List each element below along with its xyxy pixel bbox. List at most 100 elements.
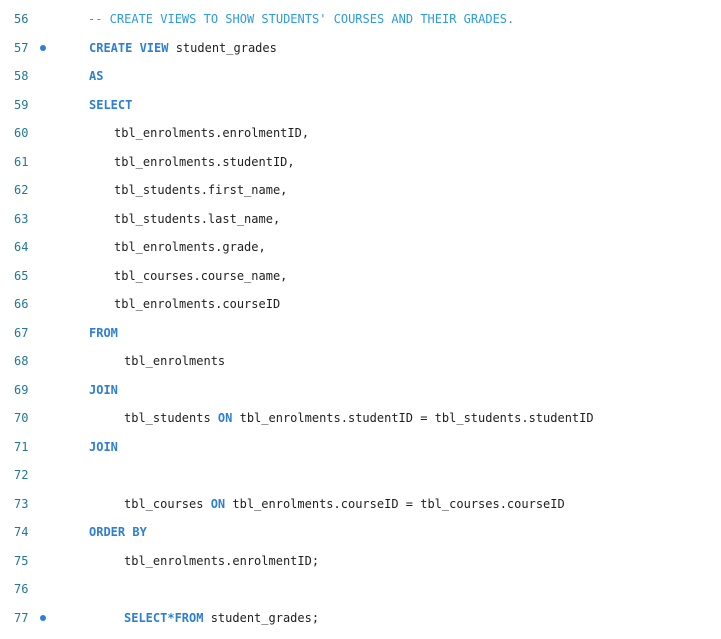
sql-identifier: student_grades; [203, 610, 320, 625]
code-text: tbl_enrolments [124, 350, 225, 372]
line-gutter[interactable]: 65 [0, 265, 80, 287]
line-number: 62 [14, 183, 29, 197]
line-number: 77 [14, 610, 29, 625]
code-text: tbl_enrolments.grade, [114, 236, 266, 258]
line-gutter[interactable]: 72 [0, 464, 80, 486]
sql-identifier: tbl_students [124, 411, 218, 425]
line-gutter[interactable]: 60 [0, 122, 80, 144]
code-line[interactable]: 59 SELECT [0, 94, 721, 116]
code-line[interactable]: 74 ORDER BY [0, 521, 721, 543]
code-text: tbl_enrolments.studentID, [114, 151, 295, 173]
line-gutter[interactable]: 76 [0, 578, 80, 600]
line-number: 60 [14, 126, 29, 140]
code-text: FROM [89, 322, 118, 344]
sql-identifier: tbl_courses [124, 496, 211, 511]
line-gutter[interactable]: 75 [0, 550, 80, 572]
sql-identifier: tbl_enrolments.grade, [114, 240, 266, 254]
code-text: CREATE VIEW student_grades [89, 37, 277, 59]
code-line[interactable]: 56 -- CREATE VIEWS TO SHOW STUDENTS' COUR… [0, 8, 721, 30]
code-text: tbl_enrolments.enrolmentID, [114, 122, 309, 144]
sql-identifier: tbl_enrolments.courseID = tbl_courses.co… [225, 496, 565, 511]
line-gutter[interactable]: 77 [0, 607, 80, 629]
code-line[interactable]: 66 tbl_enrolments.courseID [0, 293, 721, 315]
code-line[interactable]: 64 tbl_enrolments.grade, [0, 236, 721, 258]
code-line[interactable]: 58 AS [0, 65, 721, 87]
sql-identifier: tbl_courses.course_name, [114, 268, 288, 283]
sql-identifier: tbl_students.last_name, [114, 211, 281, 226]
sql-keyword: JOIN [89, 439, 118, 454]
code-text: tbl_students.last_name, [114, 208, 280, 230]
sql-identifier: tbl_enrolments.studentID = tbl_students.… [232, 411, 594, 425]
line-gutter[interactable]: 63 [0, 208, 80, 230]
line-gutter[interactable]: 73 [0, 493, 80, 515]
line-gutter[interactable]: 67 [0, 322, 80, 344]
sql-identifier: tbl_enrolments.enrolmentID; [124, 553, 320, 568]
line-gutter[interactable]: 70 [0, 407, 80, 429]
line-gutter[interactable]: 56 [0, 8, 80, 30]
code-line[interactable]: 76 [0, 578, 721, 600]
line-number: 72 [14, 468, 29, 482]
code-line[interactable]: 70 tbl_students ON tbl_enrolments.student… [0, 407, 721, 429]
sql-identifier: tbl_students.first_name, [114, 183, 288, 197]
line-gutter[interactable]: 61 [0, 151, 80, 173]
code-line[interactable]: 72 [0, 464, 721, 486]
sql-keyword: ON [210, 496, 226, 511]
code-line[interactable]: 57 CREATE VIEW student_grades [0, 37, 721, 59]
sql-code-editor[interactable]: 56 -- CREATE VIEWS TO SHOW STUDENTS' COUR… [0, 0, 721, 639]
line-number: 59 [14, 97, 29, 112]
sql-comment: -- CREATE VIEWS TO SHOW STUDENTS' COURSE… [88, 12, 515, 26]
code-line[interactable]: 65 tbl_courses.course_name, [0, 265, 721, 287]
code-line[interactable]: 62 tbl_students.first_name, [0, 179, 721, 201]
code-text: tbl_courses ON tbl_enrolments.courseID =… [124, 493, 565, 515]
code-text: tbl_students.first_name, [114, 179, 287, 201]
line-gutter[interactable]: 71 [0, 436, 80, 458]
line-gutter[interactable]: 66 [0, 293, 80, 315]
code-text: ORDER BY [89, 521, 147, 543]
code-line[interactable]: 73 tbl_courses ON tbl_enrolments.courseID… [0, 493, 721, 515]
code-text: JOIN [89, 379, 118, 401]
sql-keyword: ON [217, 411, 233, 425]
line-number: 75 [14, 553, 29, 568]
line-number: 70 [14, 411, 29, 425]
line-number: 65 [14, 268, 29, 283]
breakpoint-dot-icon[interactable] [40, 44, 46, 51]
sql-identifier: tbl_enrolments.studentID, [114, 154, 295, 169]
code-line[interactable]: 77 SELECT*FROM student_grades; [0, 607, 721, 629]
line-number: 76 [14, 582, 29, 596]
sql-keyword: SELECT [89, 97, 133, 112]
line-number: 56 [14, 12, 29, 26]
breakpoint-dot-icon[interactable] [40, 614, 46, 621]
line-number: 71 [14, 439, 29, 454]
code-line[interactable]: 75 tbl_enrolments.enrolmentID; [0, 550, 721, 572]
line-number: 67 [14, 325, 29, 340]
code-text: tbl_enrolments.enrolmentID; [124, 550, 319, 572]
code-text: JOIN [89, 436, 118, 458]
line-number: 66 [14, 297, 29, 311]
code-line[interactable]: 68 tbl_enrolments [0, 350, 721, 372]
line-gutter[interactable]: 58 [0, 65, 80, 87]
code-line[interactable]: 71 JOIN [0, 436, 721, 458]
code-text: tbl_courses.course_name, [114, 265, 287, 287]
line-gutter[interactable]: 64 [0, 236, 80, 258]
line-number: 58 [14, 69, 29, 83]
line-gutter[interactable]: 62 [0, 179, 80, 201]
line-gutter[interactable]: 74 [0, 521, 80, 543]
line-number: 68 [14, 354, 29, 368]
line-number: 74 [14, 525, 29, 539]
line-gutter[interactable]: 69 [0, 379, 80, 401]
code-line[interactable]: 63 tbl_students.last_name, [0, 208, 721, 230]
code-line[interactable]: 69 JOIN [0, 379, 721, 401]
code-line[interactable]: 61 tbl_enrolments.studentID, [0, 151, 721, 173]
line-gutter[interactable]: 59 [0, 94, 80, 116]
code-text: tbl_enrolments.courseID [114, 293, 280, 315]
line-gutter[interactable]: 68 [0, 350, 80, 372]
sql-keyword: FROM [89, 325, 118, 340]
code-line[interactable]: 60 tbl_enrolments.enrolmentID, [0, 122, 721, 144]
code-text: SELECT [89, 94, 132, 116]
code-line[interactable]: 67 FROM [0, 322, 721, 344]
line-gutter[interactable]: 57 [0, 37, 80, 59]
sql-identifier: tbl_enrolments [124, 354, 226, 368]
code-text: AS [89, 65, 103, 87]
line-number: 61 [14, 154, 29, 169]
sql-keyword: AS [89, 69, 104, 83]
